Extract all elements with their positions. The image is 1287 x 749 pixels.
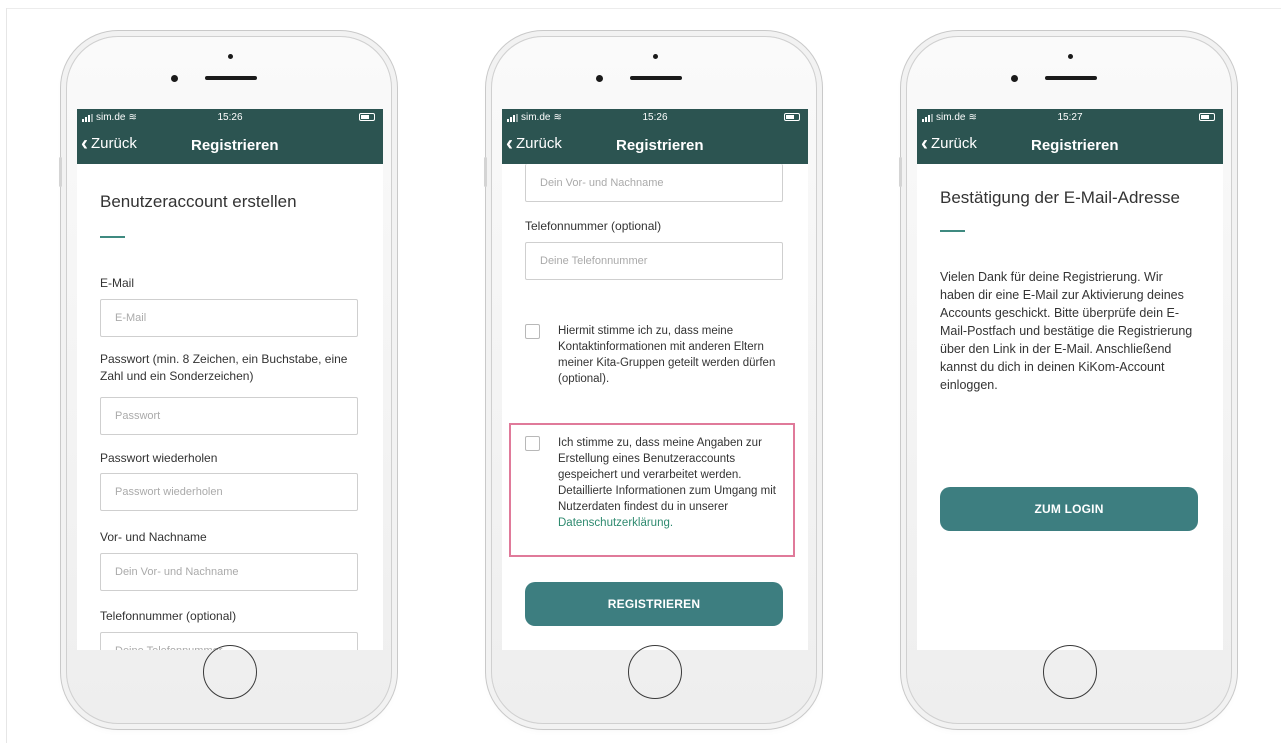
password-field[interactable] [100, 397, 358, 435]
password-label: Passwort (min. 8 Zeichen, ein Buchstabe,… [100, 352, 348, 383]
phone-sensor [653, 54, 658, 59]
name-label: Vor- und Nachname [100, 530, 207, 544]
back-label: Zurück [516, 135, 562, 152]
phone-side-button [59, 157, 62, 187]
consent-highlight-box [509, 423, 795, 557]
back-chevron-icon: ‹ [921, 131, 928, 155]
status-bar: sim.de ≋ 15:26 [77, 109, 383, 126]
phone-label: Telefonnummer (optional) [100, 609, 237, 623]
back-label: Zurück [91, 135, 137, 152]
home-button[interactable] [628, 645, 682, 699]
register-button[interactable]: REGISTRIEREN [525, 582, 783, 626]
password-repeat-label: Passwort wiederholen [100, 451, 218, 465]
phone-speaker [1045, 76, 1097, 80]
status-time: 15:26 [642, 112, 668, 123]
phone-camera [1011, 75, 1018, 82]
consent-contact-checkbox[interactable] [525, 324, 540, 339]
frame-border-top [6, 8, 1281, 9]
back-chevron-icon: ‹ [81, 131, 88, 155]
screen-register-consent: sim.de ≋ 15:26 ‹ Zurück Registrieren Tel… [502, 109, 808, 650]
nav-title: Registrieren [616, 137, 704, 154]
phone-speaker [630, 76, 682, 80]
frame-border-left [6, 8, 7, 743]
battery-icon [359, 113, 375, 121]
phone-label: Telefonnummer (optional) [525, 219, 662, 233]
back-button[interactable]: ‹ Zurück [921, 131, 977, 155]
nav-bar: ‹ Zurück Registrieren [502, 126, 808, 164]
phone-frame-1: sim.de ≋ 15:26 ‹ Zurück Registrieren Ben… [59, 36, 392, 724]
nav-bar: ‹ Zurück Registrieren [917, 126, 1223, 164]
phone-side-button [484, 157, 487, 187]
status-time: 15:26 [217, 112, 243, 123]
screen-email-confirmation: sim.de ≋ 15:27 ‹ Zurück Registrieren Bes… [917, 109, 1223, 650]
consent-contact-text: Hiermit stimme ich zu, dass meine Kontak… [558, 325, 776, 385]
name-field[interactable] [525, 164, 783, 202]
phone-speaker [205, 76, 257, 80]
nav-bar: ‹ Zurück Registrieren [77, 126, 383, 164]
back-button[interactable]: ‹ Zurück [506, 131, 562, 155]
back-button[interactable]: ‹ Zurück [81, 131, 137, 155]
screen-register-form: sim.de ≋ 15:26 ‹ Zurück Registrieren Ben… [77, 109, 383, 650]
battery-icon [784, 113, 800, 121]
form-content: Benutzeraccount erstellen E-Mail Passwor… [77, 192, 383, 650]
nav-title: Registrieren [1031, 137, 1119, 154]
nav-title: Registrieren [191, 137, 279, 154]
login-button[interactable]: ZUM LOGIN [940, 487, 1198, 531]
heading-accent-line [940, 230, 965, 232]
consent-contact-row: Hiermit stimme ich zu, dass meine Kontak… [525, 323, 785, 387]
confirmation-content: Bestätigung der E-Mail-Adresse Vielen Da… [917, 188, 1223, 531]
phone-camera [596, 75, 603, 82]
confirmation-message: Vielen Dank für deine Registrierung. Wir… [940, 270, 1193, 392]
email-field[interactable] [100, 299, 358, 337]
phone-sensor [1068, 54, 1073, 59]
phone-frame-3: sim.de ≋ 15:27 ‹ Zurück Registrieren Bes… [899, 36, 1232, 724]
phone-sensor [228, 54, 233, 59]
phone-frame-2: sim.de ≋ 15:26 ‹ Zurück Registrieren Tel… [484, 36, 817, 724]
status-bar: sim.de ≋ 15:27 [917, 109, 1223, 126]
page-title: Benutzeraccount erstellen [100, 192, 297, 211]
heading-accent-line [100, 236, 125, 238]
password-repeat-field[interactable] [100, 473, 358, 511]
status-time: 15:27 [1057, 112, 1083, 123]
phone-side-button [899, 157, 902, 187]
phone-field[interactable] [525, 242, 783, 280]
name-field[interactable] [100, 553, 358, 591]
page-title: Bestätigung der E-Mail-Adresse [940, 188, 1181, 207]
status-bar: sim.de ≋ 15:26 [502, 109, 808, 126]
back-chevron-icon: ‹ [506, 131, 513, 155]
home-button[interactable] [203, 645, 257, 699]
back-label: Zurück [931, 135, 977, 152]
home-button[interactable] [1043, 645, 1097, 699]
email-label: E-Mail [100, 276, 135, 290]
phone-camera [171, 75, 178, 82]
battery-icon [1199, 113, 1215, 121]
